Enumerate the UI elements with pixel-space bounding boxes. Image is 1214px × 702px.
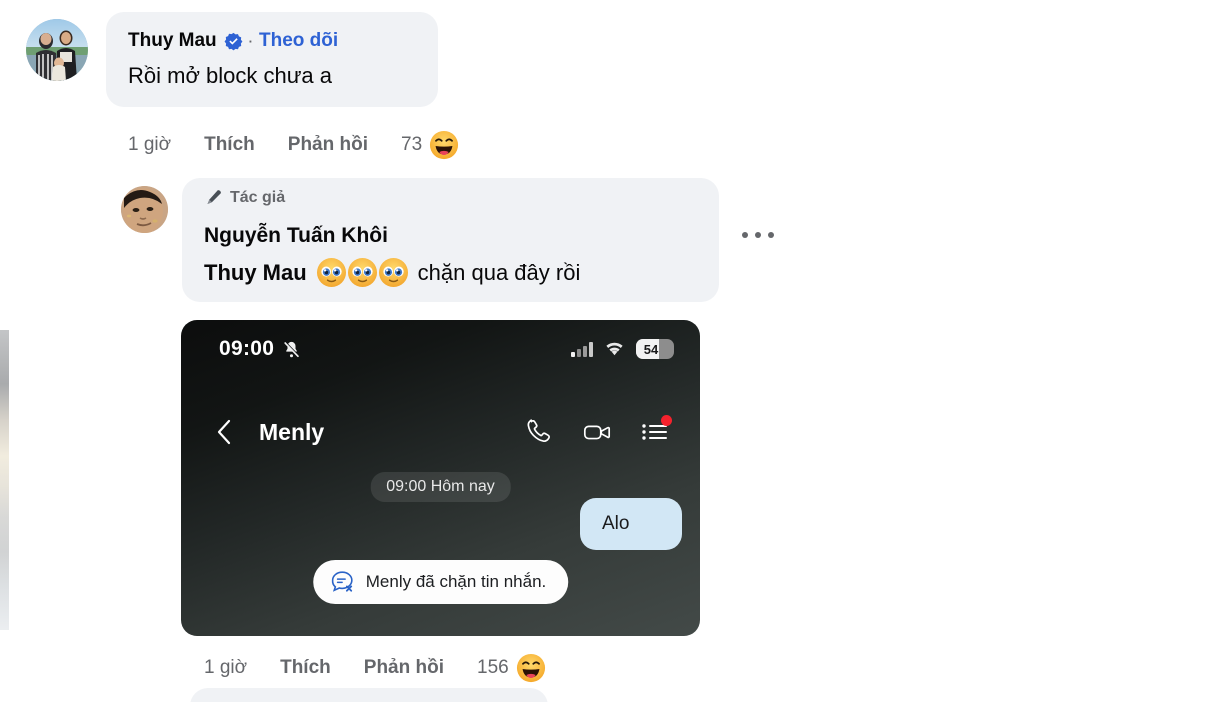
comment-bubble-1 — [106, 12, 438, 107]
dot — [768, 232, 774, 238]
chat-actions — [524, 415, 672, 447]
comment-2-like-button[interactable]: Thích — [280, 657, 331, 679]
status-bar-clock: 09:00 — [219, 337, 275, 360]
comment-2-mention[interactable]: Thuy Mau — [204, 260, 307, 286]
outgoing-message-bubble: Alo — [580, 498, 682, 550]
phone-status-bar: 09:00 54 — [181, 320, 700, 378]
author-tag-label: Tác giả — [230, 188, 286, 206]
avatar-photo — [26, 19, 88, 81]
dot — [742, 232, 748, 238]
blocked-message-text: Menly đã chặn tin nhắn. — [365, 572, 547, 591]
cellular-signal-icon — [571, 341, 593, 357]
avatar-photo — [121, 186, 168, 233]
haha-emoji — [429, 130, 459, 160]
holding-back-tears-emoji — [316, 257, 347, 288]
comment-1-timestamp[interactable]: 1 giờ — [128, 134, 171, 156]
comment-1-like-button[interactable]: Thích — [204, 134, 255, 156]
battery-level-label: 54 — [643, 341, 659, 357]
comment-1-reaction-count: 73 — [401, 134, 423, 155]
blocked-message-notice: Menly đã chặn tin nhắn. — [312, 560, 569, 604]
list-menu-icon[interactable] — [640, 415, 672, 447]
next-comment-bubble-partial — [190, 688, 548, 702]
left-edge-partial-image — [0, 330, 9, 630]
comment-2-reactions[interactable]: 156 — [477, 653, 546, 683]
chevron-left-icon[interactable] — [213, 418, 235, 446]
thuy-mau-avatar[interactable] — [26, 19, 88, 81]
comment-2-more-options-button[interactable] — [742, 232, 774, 238]
status-bar-right: 54 — [571, 339, 674, 359]
phone-icon[interactable] — [524, 417, 554, 447]
holding-back-tears-emoji — [347, 257, 378, 288]
bell-slash-icon — [282, 340, 301, 359]
attached-phone-screenshot[interactable]: 09:00 54 Menly 09:00 Hôm nay Alo Menly đ… — [181, 320, 700, 636]
comment-1-meta-row: 1 giờ Thích Phản hồi 73 — [128, 130, 459, 160]
menu-notification-badge — [661, 415, 672, 426]
chat-nav-bar: Menly — [181, 404, 700, 460]
comment-1-reply-button[interactable]: Phản hồi — [288, 134, 368, 156]
comment-1-text: Rồi mở block chưa a — [128, 63, 333, 88]
haha-emoji — [516, 653, 546, 683]
comment-2-meta-row: 1 giờ Thích Phản hồi 156 — [204, 653, 546, 683]
holding-back-tears-emoji — [378, 257, 409, 288]
dot — [755, 232, 761, 238]
comment-2-timestamp[interactable]: 1 giờ — [204, 657, 247, 679]
comment-2-reaction-count: 156 — [477, 657, 509, 678]
comment-1-author-row: Thuy Mau · Theo dõi — [128, 30, 338, 52]
follow-link[interactable]: Theo dõi — [259, 30, 338, 52]
microphone-icon — [204, 188, 223, 207]
verified-badge-icon — [224, 32, 243, 51]
comment-1-reactions[interactable]: 73 — [401, 130, 459, 160]
facebook-comment-thread: Thuy Mau · Theo dõi Rồi mở block chưa a … — [0, 0, 1214, 702]
chat-title[interactable]: Menly — [259, 419, 524, 446]
conversation-day-stamp: 09:00 Hôm nay — [370, 472, 511, 502]
comment-2-reply-button[interactable]: Phản hồi — [364, 657, 444, 679]
comment-2-text: Thuy Mau chặn qua đây rồi — [204, 257, 580, 288]
author-tag: Tác giả — [204, 188, 285, 207]
comment-1-author-name[interactable]: Thuy Mau — [128, 30, 217, 52]
video-camera-icon[interactable] — [582, 417, 612, 447]
battery-indicator: 54 — [636, 339, 674, 359]
blocked-message-icon — [329, 569, 355, 595]
comment-2-text-tail: chặn qua đây rồi — [417, 259, 581, 285]
nguyen-tuan-khoi-avatar[interactable] — [121, 186, 168, 233]
wifi-icon — [604, 341, 625, 357]
comment-2-author-name[interactable]: Nguyễn Tuấn Khôi — [204, 224, 388, 248]
status-bar-left: 09:00 — [219, 337, 301, 361]
separator-dot: · — [248, 33, 254, 49]
